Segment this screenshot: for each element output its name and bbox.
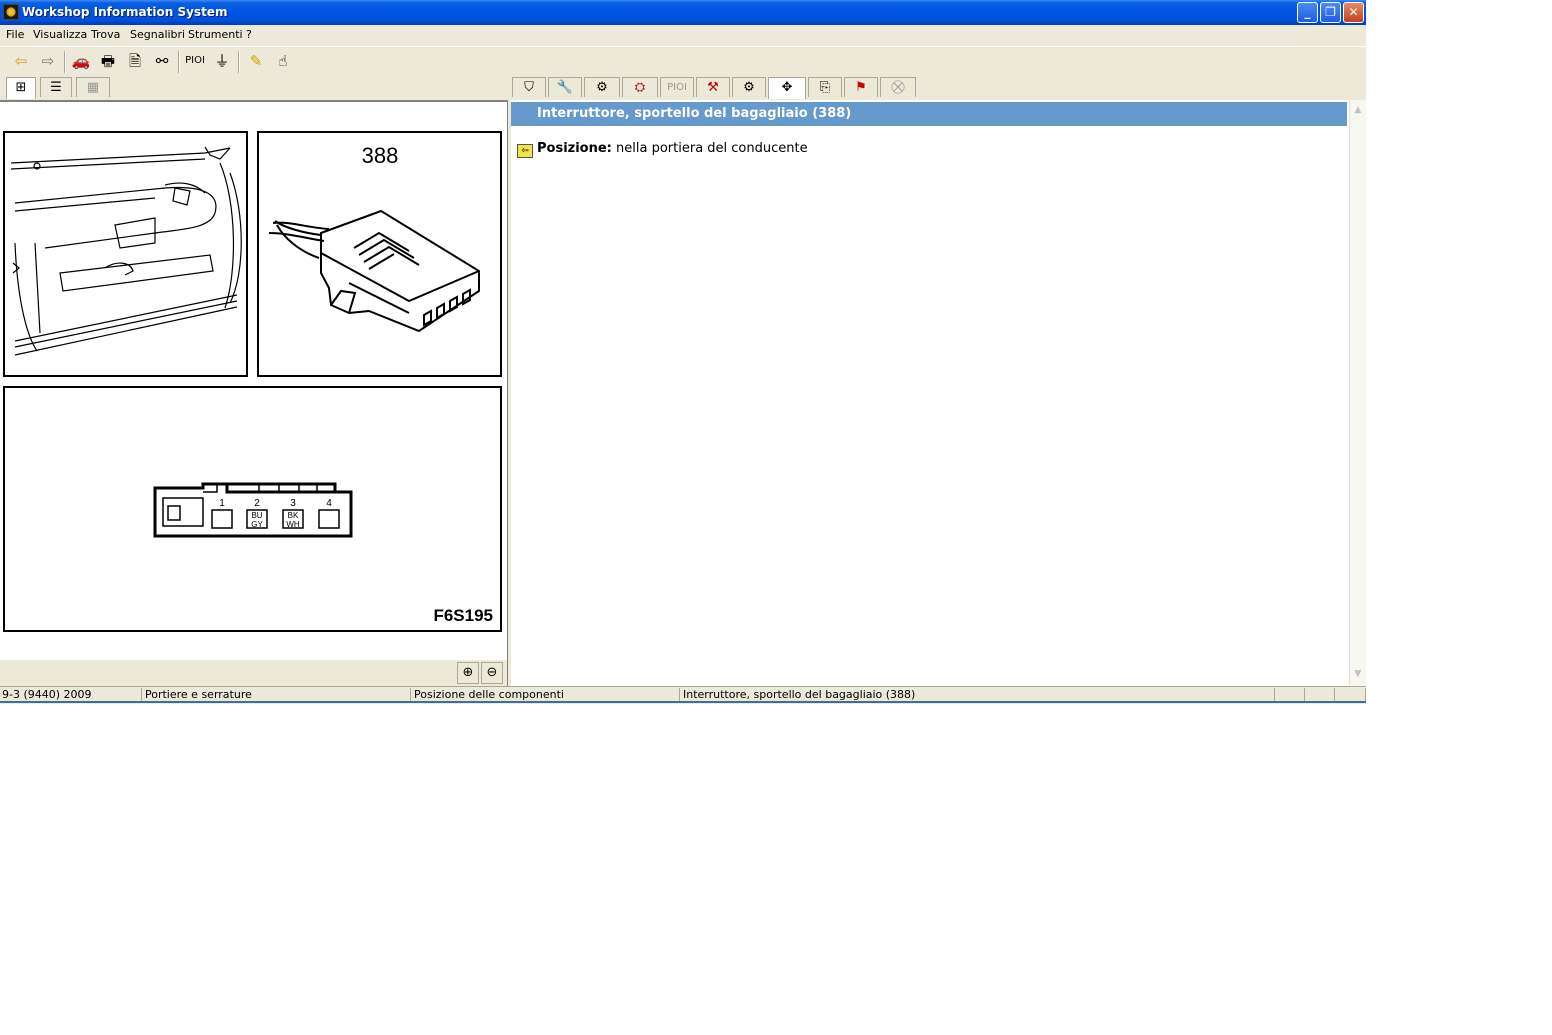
pinout-illustration: 1 2 3 4 BU GY BK WH F6S195: [3, 386, 502, 632]
pin2-wire-color-1: BU: [251, 511, 262, 520]
connector-drawing: 388: [268, 143, 480, 333]
pin-number-4: 4: [326, 498, 332, 509]
title-bar: Workshop Information System _ ❐ ✕: [0, 0, 1366, 25]
application-window: Workshop Information System _ ❐ ✕ File V…: [0, 0, 1366, 704]
status-empty-2: [1306, 688, 1335, 702]
document-icon[interactable]: 🗎: [124, 50, 146, 72]
menu-help[interactable]: ?: [246, 28, 252, 41]
illustration-pane: 388 1 2 3 4 BU GY BK WH F6S195: [0, 100, 507, 660]
zoom-in-icon[interactable]: ⊕: [457, 662, 479, 684]
status-component: Interruttore, sportello del bagagliaio (…: [681, 688, 1275, 702]
tab-tree-view[interactable]: ⊞: [6, 77, 36, 99]
toolbar-separator: [178, 51, 180, 73]
main-toolbar: ⇦ ⇨ 🚗 🖶 🗎 ⚯ PIOI ⏚ ✎ ☝: [0, 46, 1366, 77]
menu-bar: File Visualizza Trova Segnalibri Strumen…: [0, 25, 1366, 45]
pioi-button[interactable]: PIOI: [184, 50, 206, 72]
door-drawing: [10, 146, 242, 356]
close-button[interactable]: ✕: [1343, 2, 1364, 23]
position-value: nella portiera del conducente: [616, 141, 808, 156]
tab-shirt-icon[interactable]: ⛒: [880, 77, 916, 97]
tab-gears-icon[interactable]: ⚙: [584, 77, 620, 97]
tab-bulletin-icon[interactable]: ⚑: [844, 77, 878, 97]
status-empty-1: [1276, 688, 1305, 702]
status-section: Portiere e serrature: [143, 688, 411, 702]
tab-service-icon[interactable]: ⚙: [732, 77, 766, 97]
content-scrollbar[interactable]: ▲ ▼: [1349, 100, 1366, 686]
pin3-wire-color-2: WH: [286, 520, 300, 529]
menu-trova[interactable]: Trova: [91, 28, 120, 41]
status-info-type: Posizione delle componenti: [412, 688, 680, 702]
print-icon[interactable]: 🖶: [97, 50, 119, 72]
pin2-wire-color-2: GY: [251, 520, 263, 529]
tab-diagram-view[interactable]: ▦: [76, 77, 110, 97]
menu-strumenti[interactable]: Strumenti: [188, 28, 243, 41]
toolbar-separator: [238, 51, 240, 73]
scroll-down-icon[interactable]: ▼: [1350, 666, 1366, 682]
tab-position-icon[interactable]: ✥: [768, 77, 806, 99]
tab-pioi[interactable]: PIOI: [660, 77, 694, 97]
window-title: Workshop Information System: [22, 5, 228, 19]
minimize-button[interactable]: _: [1297, 2, 1318, 23]
pinout-drawing: 1 2 3 4 BU GY BK WH F6S195: [153, 482, 493, 625]
tab-wrench-icon[interactable]: 🔧: [548, 77, 582, 97]
restore-button[interactable]: ❐: [1320, 2, 1341, 23]
tab-diagnostic-icon[interactable]: ⛭: [622, 77, 658, 97]
tab-overview-icon[interactable]: ⛉: [512, 77, 546, 97]
filter-icon[interactable]: ⏚: [211, 50, 233, 72]
view-tabs-bar: ⊞ ☰ ▦ ⛉ 🔧 ⚙ ⛭ PIOI ⚒ ⚙ ✥ ⎘ ⚑ ⛒: [0, 76, 1366, 100]
status-empty-3: [1336, 688, 1366, 702]
status-vehicle: 9-3 (9440) 2009: [0, 688, 142, 702]
tab-list-view[interactable]: ☰: [40, 77, 72, 97]
scroll-up-icon[interactable]: ▲: [1350, 102, 1366, 118]
illustration-zoom-bar: ⊕ ⊖: [0, 660, 507, 686]
image-code-label: F6S195: [433, 606, 493, 625]
component-number-label: 388: [362, 143, 399, 168]
toolbar-separator: [64, 51, 66, 73]
position-label: Posizione:: [537, 141, 612, 156]
pin3-wire-color-1: BK: [288, 511, 299, 520]
content-heading: Interruttore, sportello del bagagliaio (…: [511, 102, 1347, 126]
pin-number-3: 3: [290, 498, 296, 509]
connector-illustration: 388: [257, 131, 502, 377]
forward-arrow-icon[interactable]: ⇨: [37, 50, 59, 72]
menu-file[interactable]: File: [6, 28, 24, 41]
back-arrow-icon[interactable]: ⇦: [10, 50, 32, 72]
zoom-out-icon[interactable]: ⊖: [481, 662, 503, 684]
content-pane: Interruttore, sportello del bagagliaio (…: [511, 100, 1349, 686]
pin-number-2: 2: [254, 498, 260, 509]
pointer-help-icon[interactable]: ☝: [272, 50, 294, 72]
pin-number-1: 1: [219, 498, 225, 509]
tab-connector-icon[interactable]: ⎘: [808, 77, 842, 97]
menu-segnalibri[interactable]: Segnalibri: [130, 28, 185, 41]
window-bottom-border: [0, 701, 1366, 703]
binoculars-icon[interactable]: ⚯: [151, 50, 173, 72]
app-icon: [3, 4, 19, 20]
position-line: ⇦ Posizione: nella portiera del conducent…: [517, 141, 808, 158]
tab-tools-icon[interactable]: ⚒: [696, 77, 730, 97]
door-illustration: [3, 131, 248, 377]
pencil-icon[interactable]: ✎: [245, 50, 267, 72]
menu-visualizza[interactable]: Visualizza: [33, 28, 87, 41]
car-icon[interactable]: 🚗: [70, 50, 92, 72]
position-link-icon[interactable]: ⇦: [517, 144, 533, 158]
